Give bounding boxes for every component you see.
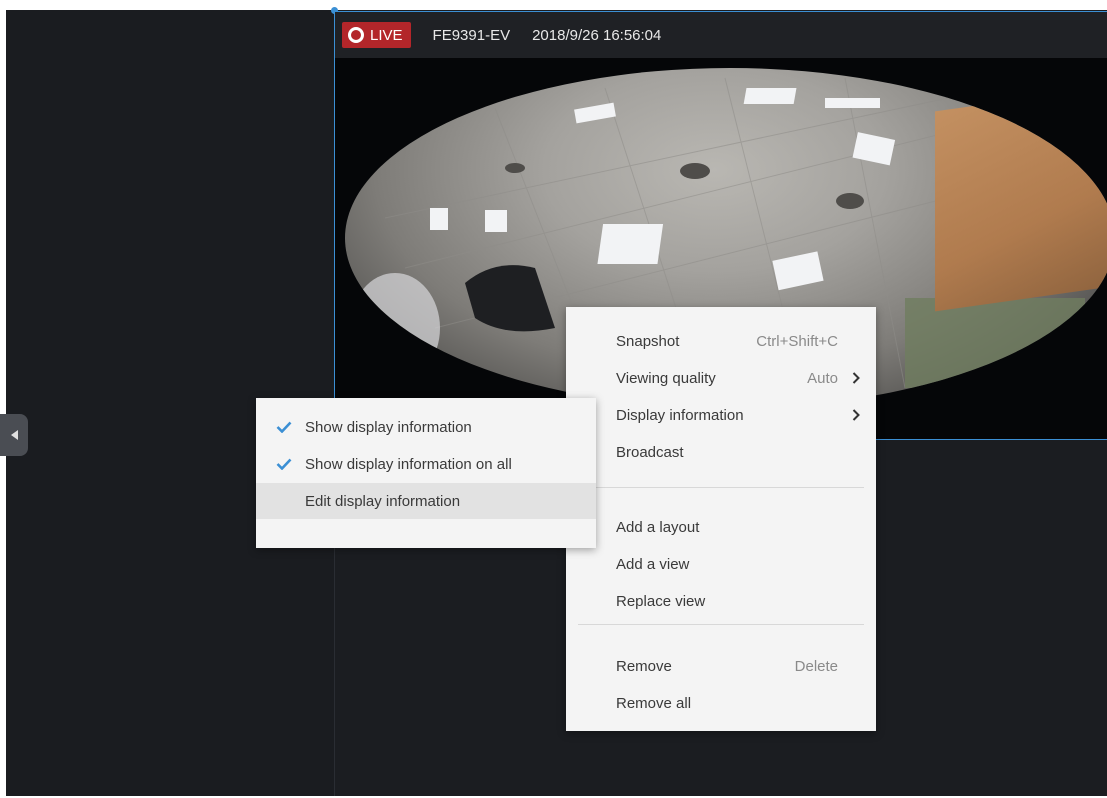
menu-item-label: Add a layout — [616, 518, 700, 536]
menu-item-shortcut: Ctrl+Shift+C — [756, 332, 838, 350]
menu-item-add-layout[interactable]: Add a layout — [566, 509, 876, 545]
menu-item-remove[interactable]: Remove Delete — [566, 648, 876, 684]
caret-left-icon — [11, 430, 18, 440]
collapse-panel-handle[interactable] — [0, 414, 28, 456]
camera-timestamp: 2018/9/26 16:56:04 — [532, 26, 662, 44]
app-window: LIVE FE9391-EV 2018/9/26 16:56:04 Snapsh… — [0, 7, 1107, 796]
submenu-item-label: Show display information — [305, 418, 472, 436]
menu-item-value: Auto — [807, 369, 838, 387]
checkmark-icon — [276, 458, 292, 470]
menu-item-label: Viewing quality — [616, 369, 716, 387]
chevron-right-icon — [852, 372, 860, 384]
menu-item-add-view[interactable]: Add a view — [566, 546, 876, 582]
live-label: LIVE — [370, 26, 403, 44]
menu-item-label: Remove — [616, 657, 672, 675]
menu-item-broadcast[interactable]: Broadcast — [566, 434, 876, 470]
chevron-right-icon — [852, 409, 860, 421]
menu-separator — [578, 624, 864, 625]
menu-item-shortcut: Delete — [794, 657, 838, 675]
menu-item-label: Broadcast — [616, 443, 684, 461]
wooden-door-panel — [935, 84, 1107, 312]
live-record-icon — [348, 27, 364, 43]
display-information-submenu: Show display information Show display in… — [256, 398, 596, 548]
submenu-item-label: Edit display information — [305, 492, 461, 510]
menu-item-label: Remove all — [616, 694, 692, 712]
menu-item-snapshot[interactable]: Snapshot Ctrl+Shift+C — [566, 323, 876, 359]
submenu-item-label: Show display information on all — [305, 455, 512, 473]
menu-item-label: Snapshot — [616, 332, 680, 350]
menu-item-viewing-quality[interactable]: Viewing quality Auto — [566, 360, 876, 396]
menu-item-label: Add a view — [616, 555, 690, 573]
submenu-item-show-display-information-on-all[interactable]: Show display information on all — [256, 446, 596, 482]
menu-separator — [578, 487, 864, 488]
menu-item-label: Replace view — [616, 592, 706, 610]
context-menu: Snapshot Ctrl+Shift+C Viewing quality Au… — [566, 307, 876, 731]
menu-item-label: Display information — [616, 406, 744, 424]
menu-item-display-information[interactable]: Display information — [566, 397, 876, 433]
menu-item-remove-all[interactable]: Remove all — [566, 685, 876, 721]
checkmark-icon — [276, 421, 292, 433]
live-badge: LIVE — [342, 22, 411, 48]
display-info-bar: LIVE FE9391-EV 2018/9/26 16:56:04 — [335, 12, 1107, 58]
camera-name: FE9391-EV — [432, 26, 511, 44]
menu-item-replace-view[interactable]: Replace view — [566, 583, 876, 619]
submenu-item-show-display-information[interactable]: Show display information — [256, 409, 596, 445]
submenu-item-edit-display-information[interactable]: Edit display information — [256, 483, 596, 519]
